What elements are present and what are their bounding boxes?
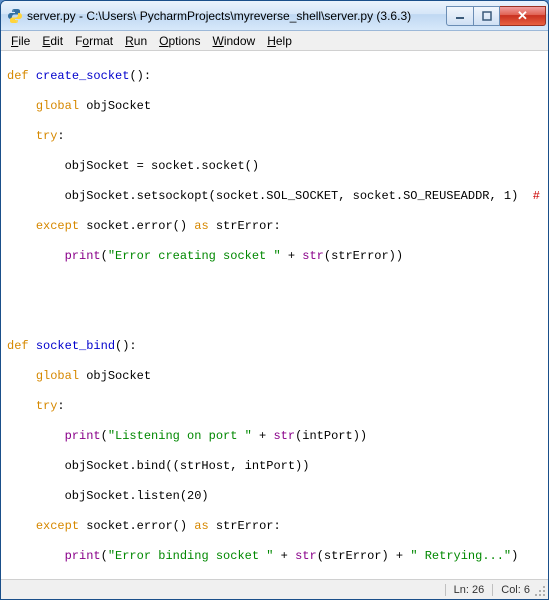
code-line: objSocket.listen(20) xyxy=(7,489,542,504)
statusbar: Ln: 26 Col: 6 xyxy=(1,579,548,599)
maximize-icon xyxy=(482,11,492,21)
menu-window[interactable]: Window xyxy=(207,32,262,50)
status-line: Ln: 26 xyxy=(445,584,493,596)
code-line: global objSocket xyxy=(7,99,542,114)
code-line: objSocket = socket.socket() xyxy=(7,159,542,174)
menu-file[interactable]: File xyxy=(5,32,36,50)
minimize-icon xyxy=(455,11,465,21)
close-icon: ✕ xyxy=(517,8,528,24)
code-line xyxy=(7,309,542,324)
editor-window: server.py - C:\Users\ PycharmProjects\my… xyxy=(0,0,549,600)
menu-format[interactable]: Format xyxy=(69,32,119,50)
code-line: try: xyxy=(7,129,542,144)
code-editor[interactable]: def create_socket(): global objSocket tr… xyxy=(1,51,548,579)
titlebar[interactable]: server.py - C:\Users\ PycharmProjects\my… xyxy=(1,1,548,31)
code-line: print("Error binding socket " + str(strE… xyxy=(7,549,542,564)
code-line: print("Listening on port " + str(intPort… xyxy=(7,429,542,444)
code-line: global objSocket xyxy=(7,369,542,384)
close-button[interactable]: ✕ xyxy=(500,6,546,26)
code-line: try: xyxy=(7,399,542,414)
status-col: Col: 6 xyxy=(492,584,538,596)
code-line xyxy=(7,279,542,294)
code-line: print("Error creating socket " + str(str… xyxy=(7,249,542,264)
code-line: objSocket.bind((strHost, intPort)) xyxy=(7,459,542,474)
maximize-button[interactable] xyxy=(474,6,500,26)
menu-help[interactable]: Help xyxy=(261,32,298,50)
menu-edit[interactable]: Edit xyxy=(36,32,69,50)
minimize-button[interactable] xyxy=(446,6,474,26)
window-title: server.py - C:\Users\ PycharmProjects\my… xyxy=(27,9,446,23)
menubar: File Edit Format Run Options Window Help xyxy=(1,31,548,51)
code-line: objSocket.setsockopt(socket.SOL_SOCKET, … xyxy=(7,189,542,204)
menu-run[interactable]: Run xyxy=(119,32,153,50)
code-line: except socket.error() as strError: xyxy=(7,219,542,234)
code-line: except socket.error() as strError: xyxy=(7,519,542,534)
code-line: def socket_bind(): xyxy=(7,339,542,354)
python-icon xyxy=(7,8,23,24)
resize-grip-icon[interactable] xyxy=(533,584,547,598)
menu-options[interactable]: Options xyxy=(153,32,206,50)
code-line: def create_socket(): xyxy=(7,69,542,84)
window-controls: ✕ xyxy=(446,6,546,26)
